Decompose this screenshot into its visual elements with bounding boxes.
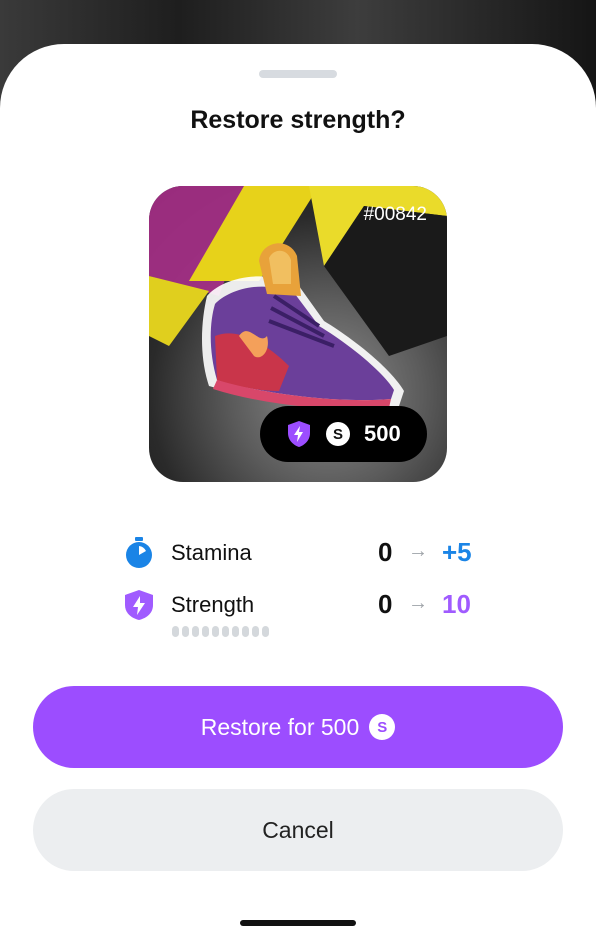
price-value: 500 <box>364 421 401 446</box>
stat-to-value: +5 <box>442 537 472 567</box>
arrow-right-icon: → <box>408 540 428 562</box>
stat-to-value: 10 <box>442 589 471 619</box>
item-id-label: #00842 <box>363 204 427 225</box>
sheet-grabber[interactable] <box>259 70 337 78</box>
shield-bolt-icon <box>125 590 153 620</box>
strength-segment <box>232 626 239 637</box>
strength-progress-bar <box>172 626 269 637</box>
arrow-right-icon: → <box>408 592 428 614</box>
stat-name: Strength <box>171 592 255 617</box>
strength-segment <box>262 626 269 637</box>
strength-segment <box>252 626 259 637</box>
cancel-button[interactable]: Cancel <box>33 789 563 871</box>
restore-button[interactable]: Restore for 500 S <box>33 686 563 768</box>
strength-segment <box>212 626 219 637</box>
stat-name: Stamina <box>171 540 252 565</box>
coin-icon: S <box>369 714 396 740</box>
strength-segment <box>222 626 229 637</box>
stat-from-value: 0 <box>378 537 393 567</box>
stat-row-strength: Strength 0 → 10 <box>122 584 482 624</box>
stat-from-value: 0 <box>378 589 393 619</box>
strength-segment <box>172 626 179 637</box>
price-badge: S 500 <box>260 406 427 462</box>
stat-row-stamina: Stamina 0 → +5 <box>122 532 482 572</box>
dialog-title: Restore strength? <box>190 106 406 134</box>
strength-segment <box>182 626 189 637</box>
shield-bolt-icon <box>288 421 310 447</box>
coin-icon: S <box>326 422 350 446</box>
stopwatch-icon <box>126 537 152 568</box>
strength-segment <box>242 626 249 637</box>
strength-segment <box>202 626 209 637</box>
sneaker-card: #00842 S 500 <box>149 186 447 482</box>
home-indicator <box>240 920 356 926</box>
bottom-sheet: Restore strength? #00842 S 500 Stamina 0… <box>0 44 596 940</box>
restore-button-label: Restore for 500 <box>200 713 360 740</box>
strength-segment <box>192 626 199 637</box>
